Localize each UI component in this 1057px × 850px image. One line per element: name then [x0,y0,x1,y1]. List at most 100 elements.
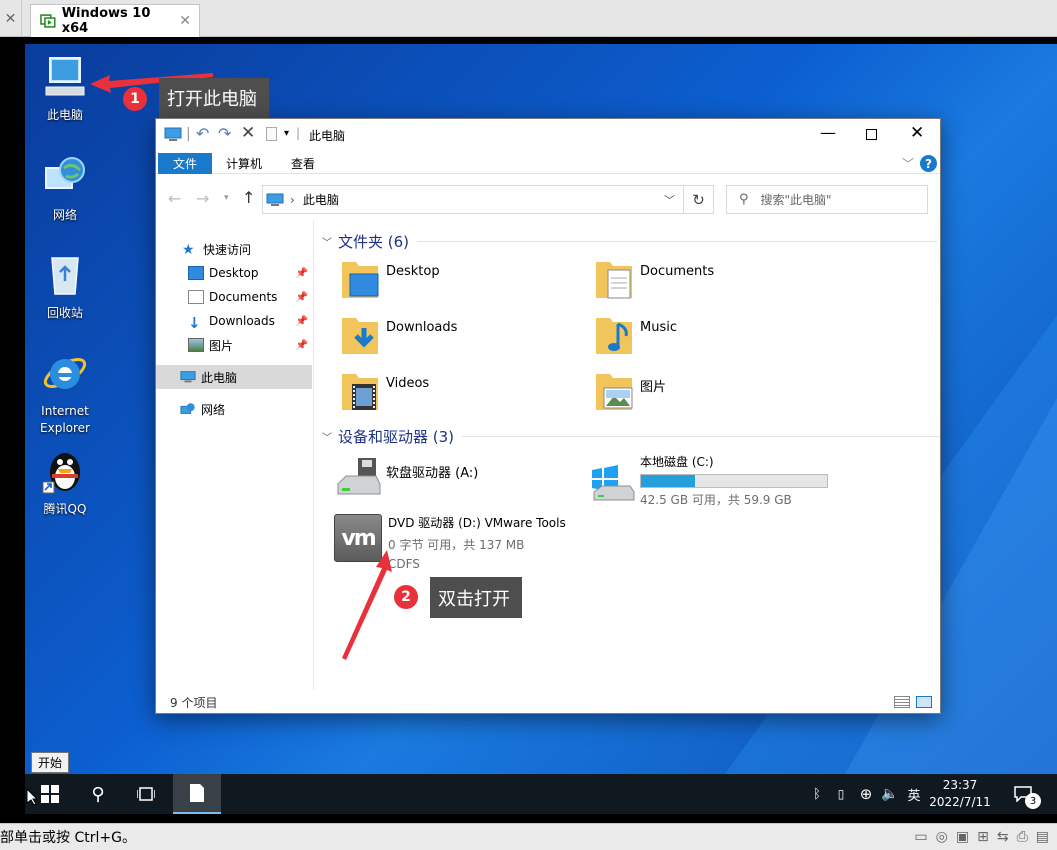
search-icon[interactable]: ⚲ [77,774,119,814]
desktop-icon-ie[interactable]: Internet Explorer [25,350,105,437]
nav-item-this-pc[interactable]: 此电脑 [156,365,312,389]
usb-device-icon[interactable]: ⇆ [997,829,1009,845]
help-icon[interactable]: ? [920,155,937,172]
search-input[interactable]: ⚲ 搜索"此电脑" [726,185,928,214]
cd-device-icon[interactable]: ◎ [936,829,948,845]
folder-label: Documents [640,264,715,279]
drive-filesystem: CDFS [388,557,420,571]
taskbar-explorer-app[interactable] [173,774,221,814]
undo-icon[interactable]: ↶ [196,124,209,143]
computer-icon [164,127,182,141]
computer-icon [45,57,85,96]
title-bar[interactable]: | ↶ ↷ ✕ ▾ | 此电脑 — ✕ [156,119,940,150]
notification-button[interactable]: 3 [1005,774,1041,814]
large-icons-view-icon[interactable] [916,696,932,708]
network-device-icon[interactable]: ⊞ [977,829,989,845]
nav-item-pictures[interactable]: 图片 📌 [156,333,312,357]
pin-icon[interactable]: 📌 [296,292,308,303]
details-view-icon[interactable] [894,696,910,708]
refresh-button[interactable]: ↻ [684,185,714,214]
chevron-down-icon[interactable]: ﹀ [322,234,332,249]
desktop-icon-label: 网络 [52,208,77,222]
pin-icon[interactable]: 📌 [296,340,308,351]
tab-file[interactable]: 文件 [158,153,212,174]
forward-icon[interactable]: → [196,189,209,208]
pin-icon[interactable]: 📌 [296,316,308,327]
desktop-icon-network[interactable]: 网络 [25,154,105,224]
close-button[interactable]: ✕ [910,123,924,143]
mouse-cursor-icon [26,788,38,806]
minimize-button[interactable]: — [820,123,836,142]
vm-tab[interactable]: Windows 10 x64 ✕ [30,4,200,37]
back-icon[interactable]: ← [168,189,181,208]
chevron-down-icon[interactable]: ﹀ [902,155,914,172]
callout-label: 双击打开 [430,577,522,618]
display-device-icon[interactable]: ▤ [1036,829,1049,845]
folder-desktop[interactable]: Desktop [340,258,440,308]
bluetooth-icon[interactable]: ᛒ [807,774,827,814]
close-icon[interactable]: ✕ [179,13,191,29]
chevron-down-icon[interactable]: ﹀ [322,429,332,444]
windows-drive-icon [592,465,635,501]
desktop-icon-qq[interactable]: 腾讯QQ [25,448,105,518]
address-bar[interactable]: › 此电脑 ﹀ [262,185,684,214]
properties-icon[interactable] [266,127,277,141]
redo-icon[interactable]: ↷ [218,124,231,143]
ime-indicator[interactable]: 英 [903,774,925,814]
usb-icon[interactable]: ▯ [831,774,851,814]
volume-icon[interactable]: 🔈 [879,774,901,814]
nav-item-downloads[interactable]: ↓ Downloads 📌 [156,309,312,333]
folder-videos[interactable]: Videos [340,370,429,420]
customize-toolbar-icon[interactable]: ▾ [284,128,289,139]
nav-quick-access[interactable]: ★ 快速访问 [156,237,312,261]
up-icon[interactable]: ↑ [242,188,255,207]
folder-documents[interactable]: Documents [594,258,714,308]
drive-floppy[interactable]: 软盘驱动器 (A:) [334,456,478,506]
tab-view[interactable]: 查看 [278,153,328,174]
address-text: 此电脑 [302,193,339,207]
desktop-icon-recycle-bin[interactable]: 回收站 [25,252,105,322]
folder-pictures[interactable]: 图片 [594,370,666,420]
callout-label: 打开此电脑 [159,78,269,118]
drive-local-disk-c[interactable]: 本地磁盘 (C:) 42.5 GB 可用，共 59.9 GB [588,452,828,507]
chevron-down-icon[interactable]: ﹀ [664,192,675,208]
folder-music[interactable]: Music [594,314,677,364]
nav-item-network[interactable]: 网络 [156,397,312,421]
pin-icon[interactable]: 📌 [296,268,308,279]
search-placeholder: 搜索"此电脑" [760,193,832,207]
explorer-window[interactable]: | ↶ ↷ ✕ ▾ | 此电脑 — ✕ 文件 计算机 查看 ﹀ ? ← → ▾ … [155,118,941,714]
folder-label: 图片 [640,380,667,395]
desktop-icon-label: Internet Explorer [40,404,90,435]
close-icon[interactable]: ✕ [0,0,22,37]
recent-chevron-icon[interactable]: ▾ [224,193,229,203]
annotation-arrow [342,550,392,660]
navigation-pane: ★ 快速访问 Desktop 📌 Documents 📌 ↓ Downloads… [156,220,314,690]
printer-device-icon[interactable]: ⎙ [1017,829,1028,845]
drive-info: DVD 驱动器 (D:) VMware Tools 0 字节 可用，共 137 … [388,514,566,574]
star-icon: ★ [182,242,195,258]
maximize-button[interactable] [866,129,877,140]
hdd-device-icon[interactable]: ▭ [914,829,927,845]
folder-downloads[interactable]: Downloads [340,314,457,364]
clock[interactable]: 23:37 2022/7/11 [925,774,995,814]
floppy-device-icon[interactable]: ▣ [956,829,969,845]
group-header-folders[interactable]: ﹀ 文件夹 (6) [322,231,938,252]
desktop-icon-label: 回收站 [46,306,83,320]
tab-computer[interactable]: 计算机 [216,153,272,174]
globe-icon[interactable]: ⊕ [855,774,877,814]
content-pane: ﹀ 文件夹 (6) Desktop Documents Downloads Mu… [316,220,940,690]
item-count: 9 个项目 [170,695,218,710]
nav-item-desktop[interactable]: Desktop 📌 [156,261,312,285]
search-icon: ⚲ [739,192,749,207]
delete-icon[interactable]: ✕ [241,123,255,143]
task-view-icon[interactable] [125,774,167,814]
breadcrumb-chevron-icon[interactable]: › [290,193,295,207]
document-icon [190,784,204,802]
separator: | [296,126,301,140]
group-header-devices[interactable]: ﹀ 设备和驱动器 (3) [322,426,940,447]
documents-icon [188,290,204,304]
nav-label: 网络 [201,402,226,417]
network-icon [180,403,195,414]
window-title: 此电脑 [309,129,346,143]
nav-item-documents[interactable]: Documents 📌 [156,285,312,309]
